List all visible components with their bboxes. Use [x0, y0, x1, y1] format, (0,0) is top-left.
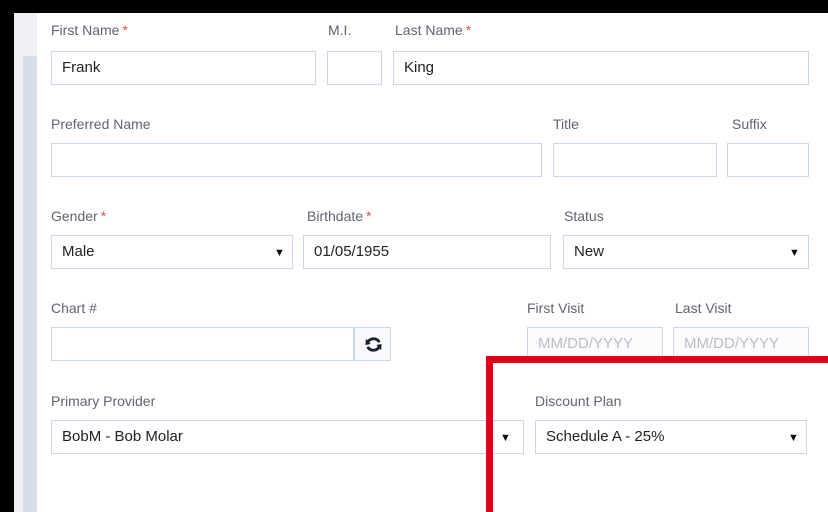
gender-select[interactable]: Male	[51, 235, 293, 269]
side-bar	[23, 56, 37, 512]
status-caret-down-icon[interactable]: ▼	[789, 248, 800, 259]
highlight-annotation-box	[486, 356, 828, 512]
gender-value: Male	[62, 243, 95, 260]
last-visit-label: Last Visit	[675, 300, 732, 316]
status-select[interactable]: New	[563, 235, 809, 269]
title-input[interactable]	[553, 143, 717, 177]
preferred-name-label: Preferred Name	[51, 116, 151, 132]
gender-caret-down-icon[interactable]: ▼	[274, 248, 285, 259]
last-name-input[interactable]: King	[393, 51, 809, 85]
middle-initial-input[interactable]	[327, 51, 382, 85]
primary-provider-value: BobM - Bob Molar	[62, 428, 183, 445]
birthdate-input[interactable]: 01/05/1955	[303, 235, 551, 269]
primary-provider-label: Primary Provider	[51, 393, 156, 409]
sync-chart-number-button[interactable]	[354, 327, 391, 361]
frame-top-border	[0, 0, 828, 13]
last-name-label: Last Name *	[395, 22, 472, 38]
chart-number-label: Chart #	[51, 300, 97, 316]
gender-label: Gender *	[51, 208, 107, 224]
status-label: Status	[564, 208, 604, 224]
first-name-input[interactable]: Frank	[51, 51, 316, 85]
first-name-label: First Name *	[51, 22, 128, 38]
preferred-name-input[interactable]	[51, 143, 542, 177]
primary-provider-select[interactable]: BobM - Bob Molar	[51, 420, 524, 454]
suffix-input[interactable]	[727, 143, 809, 177]
frame-left-border	[0, 0, 14, 512]
status-value: New	[574, 243, 605, 260]
birthdate-label: Birthdate *	[307, 208, 372, 224]
sync-icon	[365, 337, 382, 352]
chart-number-input[interactable]	[51, 327, 354, 361]
suffix-label: Suffix	[732, 116, 767, 132]
middle-initial-label: M.I.	[328, 22, 352, 38]
title-label: Title	[553, 116, 579, 132]
first-visit-label: First Visit	[527, 300, 585, 316]
